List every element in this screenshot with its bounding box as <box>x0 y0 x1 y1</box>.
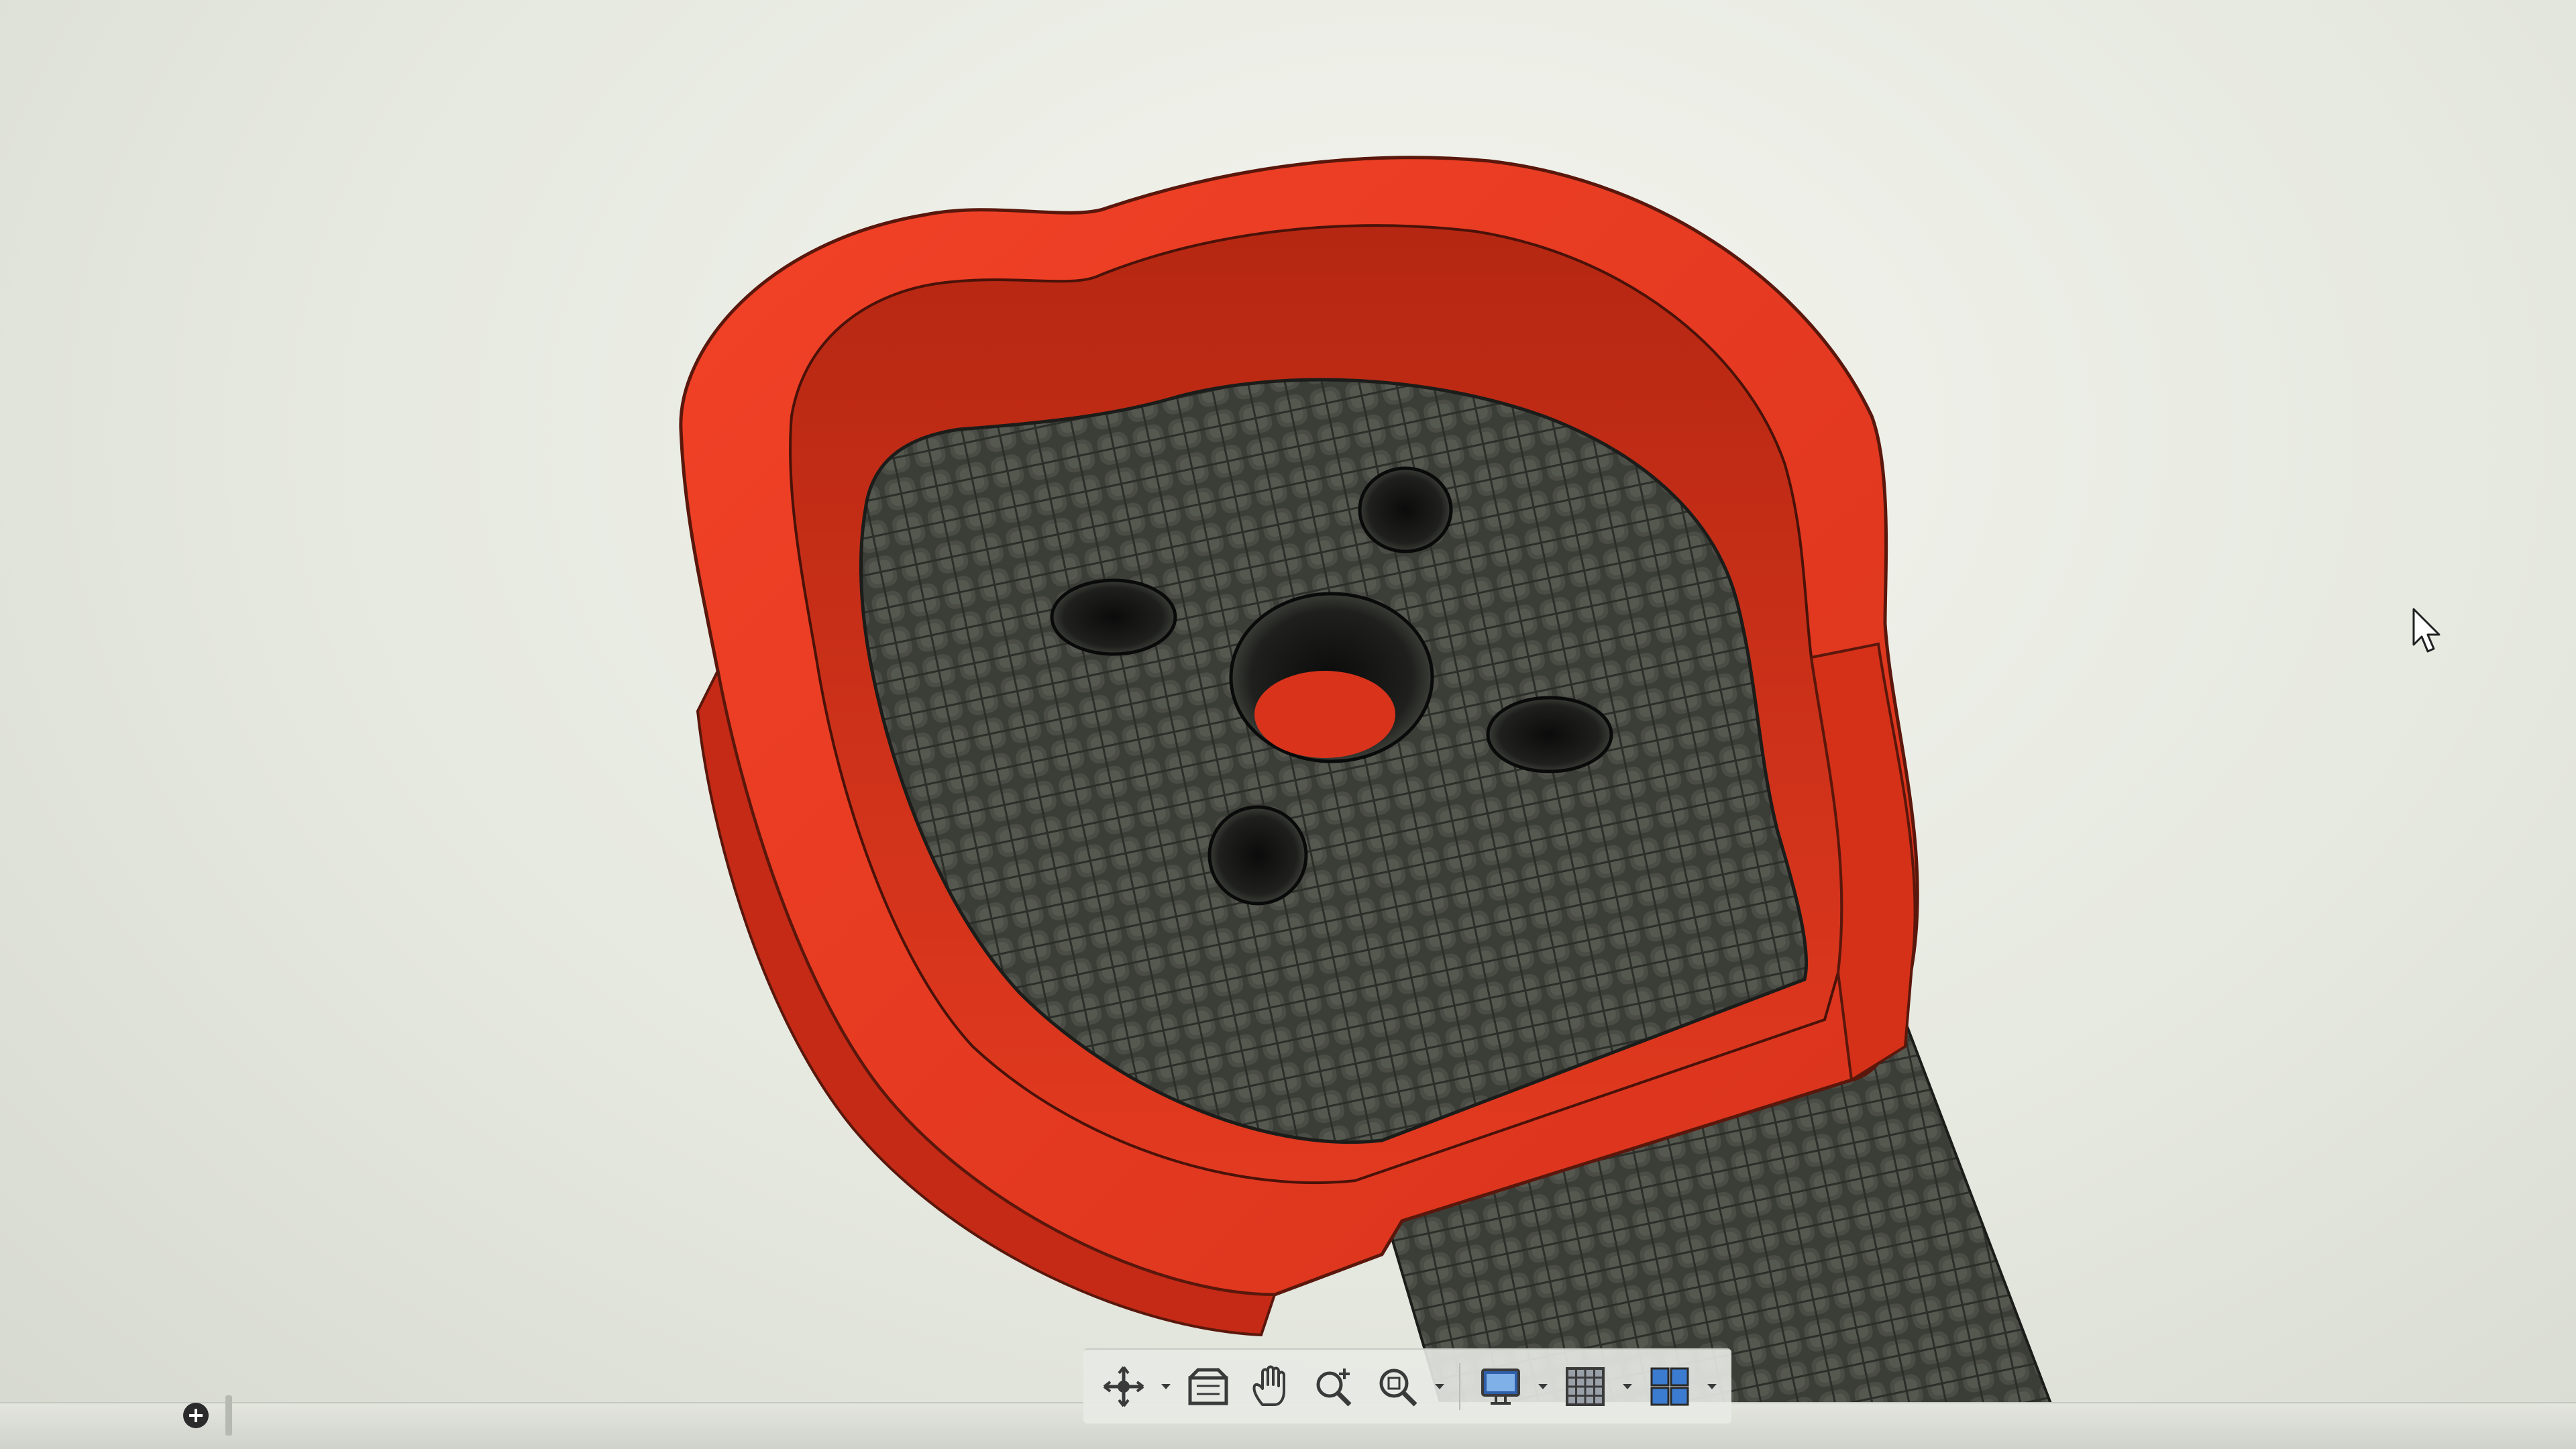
viewports-icon <box>1650 1367 1689 1406</box>
grid-and-snaps-button[interactable] <box>1557 1358 1613 1415</box>
orbit-button[interactable] <box>1095 1358 1152 1415</box>
hand-pan-icon <box>1252 1365 1285 1406</box>
fit-button[interactable] <box>1369 1358 1426 1415</box>
screw-hole-bottom[interactable] <box>1208 805 1308 906</box>
monitor-icon <box>1481 1368 1520 1405</box>
model-scene[interactable] <box>0 0 2576 1449</box>
zoom-button[interactable] <box>1306 1358 1362 1415</box>
canvas-viewport[interactable] <box>0 0 2576 1449</box>
center-bore-floor <box>1254 671 1395 758</box>
viewports-button[interactable] <box>1642 1358 1698 1415</box>
pan-button[interactable] <box>1243 1358 1299 1415</box>
navigation-toolbar <box>1083 1348 1731 1424</box>
screw-hole-right[interactable] <box>1486 696 1613 773</box>
viewports-dropdown[interactable] <box>1705 1358 1719 1415</box>
status-left-group <box>181 1395 232 1436</box>
fit-dropdown[interactable] <box>1432 1358 1447 1415</box>
grid-and-snaps-dropdown[interactable] <box>1620 1358 1635 1415</box>
mouse-cursor-icon <box>2412 608 2440 653</box>
zoom-icon <box>1316 1368 1352 1407</box>
orbit-dropdown[interactable] <box>1159 1358 1173 1415</box>
toolbar-separator <box>1459 1363 1460 1410</box>
zoom-window-icon <box>1379 1368 1417 1407</box>
display-settings-button[interactable] <box>1472 1358 1529 1415</box>
chevron-down-icon <box>1623 1384 1632 1389</box>
grid-icon <box>1566 1367 1605 1406</box>
orbit-icon <box>1103 1366 1144 1407</box>
chevron-down-icon <box>1538 1384 1548 1389</box>
panel-resize-handle[interactable] <box>225 1395 232 1436</box>
screw-hole-left[interactable] <box>1050 578 1177 656</box>
chevron-down-icon <box>1707 1384 1717 1389</box>
screw-hole-top[interactable] <box>1358 466 1453 553</box>
chevron-down-icon <box>1161 1384 1171 1389</box>
chevron-down-icon <box>1435 1384 1444 1389</box>
look-at-button[interactable] <box>1180 1358 1236 1415</box>
display-settings-dropdown[interactable] <box>1536 1358 1550 1415</box>
plus-circle-icon[interactable] <box>181 1401 211 1430</box>
look-at-icon <box>1188 1368 1228 1405</box>
